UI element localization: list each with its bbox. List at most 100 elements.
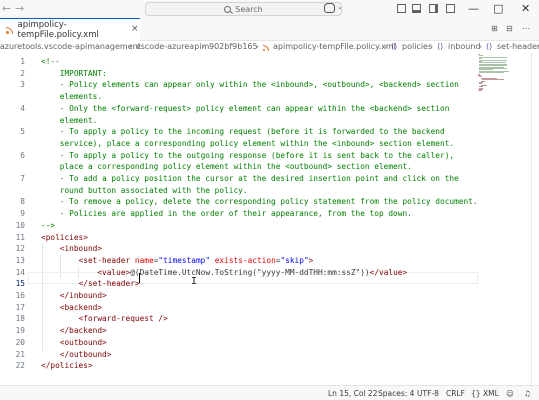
tab-bar: apimpolicy-tempFile.policy.xml × ⊞ ⊟ ⋯ — [0, 18, 539, 41]
line-number: 4 — [20, 103, 25, 113]
code-line[interactable]: 14 <value>@(DateTime.UtcNow.ToString("yy… — [0, 267, 475, 279]
vertical-scrollbar[interactable] — [531, 53, 539, 385]
code-line[interactable]: 9 - Policies are applied in the order of… — [0, 208, 475, 220]
more-actions-icon[interactable]: ⋯ — [522, 24, 530, 33]
minimize-button[interactable]: — — [468, 2, 479, 16]
breadcrumb-item[interactable]: set-header — [497, 41, 539, 53]
breadcrumb-separator: › — [256, 42, 260, 51]
line-number: 7 — [20, 174, 25, 183]
breadcrumb-item[interactable]: vscode-azureapim — [136, 41, 209, 53]
code-line[interactable]: 21 </outbound> — [0, 349, 475, 361]
code-line[interactable]: 15 </set-header> — [0, 278, 475, 290]
language-mode[interactable]: XML — [483, 389, 499, 398]
code-line[interactable]: 22 </policies> — [0, 360, 475, 372]
code-text: service), place a corresponding policy e… — [41, 138, 455, 148]
status-bar: Ln 15, Col 22 Spaces: 4 UTF-8 CRLF {} XM… — [0, 385, 539, 400]
code-line[interactable]: element. — [0, 115, 475, 127]
code-editor[interactable]: 1 <!-- 2 IMPORTANT: 3 - Policy elements can… — [0, 53, 539, 385]
breadcrumb-item[interactable]: inbound — [448, 41, 480, 53]
breadcrumb: -azuretools.vscode-apimanagement › vscod… — [0, 41, 539, 53]
code-line[interactable]: round button associated with the policy. — [0, 185, 475, 197]
indentation[interactable]: Spaces: 4 — [378, 389, 414, 398]
code-text: round button associated with the policy. — [41, 185, 248, 195]
line-number: 16 — [15, 291, 25, 300]
breadcrumb-item[interactable]: -azuretools.vscode-apimanagement — [0, 41, 141, 53]
code-line[interactable]: 4 - Only the <forward-request> policy el… — [0, 103, 475, 115]
code-text: <policies> — [41, 232, 88, 242]
code-line[interactable]: 12 <inbound> — [0, 243, 475, 255]
rss-file-icon — [6, 26, 14, 34]
line-number: 19 — [15, 326, 25, 336]
tab-label: apimpolicy-tempFile.policy.xml — [17, 20, 99, 40]
code-text: IMPORTANT: — [41, 68, 107, 78]
code-text: - Policies are applied in the order of t… — [41, 209, 412, 219]
title-bar: ← → Search ⌄ — □ ✕ — [0, 0, 539, 18]
code-text: - To apply a policy to the incoming requ… — [41, 127, 445, 137]
maximize-button[interactable]: □ — [493, 2, 503, 16]
rss-file-icon — [263, 44, 270, 51]
minimap-line — [482, 79, 504, 81]
code-line[interactable]: 13 <set-header name="timestamp" exists-a… — [0, 255, 475, 267]
breadcrumb-separator: › — [129, 42, 133, 51]
code-text: <!-- — [41, 57, 60, 66]
line-number: 13 — [15, 255, 25, 265]
back-arrow-icon[interactable]: ← — [2, 2, 11, 16]
code-text: <set-header name="timestamp" exists-acti… — [78, 255, 314, 265]
bell-icon[interactable]: ♫ — [524, 389, 531, 398]
code-line[interactable]: service), place a corresponding policy e… — [0, 138, 475, 150]
code-line[interactable]: 6 - To apply a policy to the outgoing re… — [0, 150, 475, 162]
code-line[interactable]: place a corresponding policy element wit… — [0, 161, 475, 173]
code-text: </set-header> — [78, 279, 140, 289]
code-line[interactable]: 3 - Policy elements can appear only with… — [0, 79, 475, 91]
line-number: 18 — [15, 314, 25, 324]
close-window-button[interactable]: ✕ — [521, 2, 530, 16]
toggle-panel-icon[interactable] — [412, 4, 421, 13]
code-text: elements. — [41, 92, 103, 102]
copilot-icon[interactable] — [324, 3, 335, 13]
line-number: 17 — [15, 302, 25, 312]
line-number: 8 — [20, 197, 25, 207]
customize-layout-icon[interactable] — [446, 4, 455, 13]
copilot-status-icon[interactable]: ☺ — [506, 389, 514, 398]
symbol-element-icon: ⟨⟩ — [486, 42, 493, 51]
breadcrumb-item[interactable]: 902bf9b165 — [209, 41, 258, 53]
search-icon — [224, 5, 232, 13]
split-editor-icon[interactable]: ⊟ — [506, 24, 513, 33]
close-tab-icon[interactable]: × — [131, 24, 139, 34]
code-text: </backend> — [59, 326, 107, 336]
forward-arrow-icon[interactable]: → — [15, 2, 24, 16]
search-label: Search — [235, 4, 263, 14]
tab-apimpolicy-tempfile[interactable]: apimpolicy-tempFile.policy.xml × — [0, 18, 140, 41]
symbol-element-icon: ⟨⟩ — [437, 42, 444, 51]
command-center-search[interactable]: Search — [145, 2, 342, 16]
encoding[interactable]: UTF-8 — [417, 389, 439, 398]
mouse-ibeam-icon: I — [191, 276, 198, 287]
code-line[interactable]: 16 </inbound> — [0, 290, 475, 302]
code-line[interactable]: 7 - To add a policy position the cursor … — [0, 173, 475, 185]
breadcrumb-item[interactable]: policies — [402, 41, 432, 53]
code-line[interactable]: 10 --> — [0, 220, 475, 232]
text-cursor — [139, 273, 140, 283]
breadcrumb-item[interactable]: apimpolicy-tempFile.policy.xml — [273, 41, 396, 53]
code-text: </outbound> — [59, 349, 112, 359]
code-line[interactable]: elements. — [0, 91, 475, 103]
chevron-down-icon[interactable]: ⌄ — [337, 3, 343, 11]
minimap[interactable] — [478, 53, 530, 93]
cursor-position[interactable]: Ln 15, Col 22 — [328, 389, 377, 398]
code-line[interactable]: 11 <policies> — [0, 232, 475, 244]
code-line[interactable]: 2 IMPORTANT: — [0, 68, 475, 80]
code-line[interactable]: 20 <outbound> — [0, 337, 475, 349]
code-line[interactable]: 8 - To remove a policy, delete the corre… — [0, 196, 477, 208]
code-line[interactable]: 5 - To apply a policy to the incoming re… — [0, 126, 475, 138]
compare-icon[interactable]: ⊞ — [491, 24, 498, 33]
toggle-primary-sidebar-icon[interactable] — [397, 4, 406, 13]
breadcrumb-separator: › — [430, 42, 434, 51]
code-line[interactable]: 18 <forward-request /> — [0, 313, 475, 325]
breadcrumb-separator: › — [479, 42, 483, 51]
end-of-line[interactable]: CRLF — [446, 389, 465, 398]
code-line[interactable]: 1 <!-- — [0, 56, 475, 68]
code-line[interactable]: 17 <backend> — [0, 302, 475, 314]
code-line[interactable]: 19 </backend> — [0, 325, 475, 337]
toggle-secondary-sidebar-icon[interactable] — [429, 4, 438, 13]
line-number: 9 — [20, 209, 25, 219]
